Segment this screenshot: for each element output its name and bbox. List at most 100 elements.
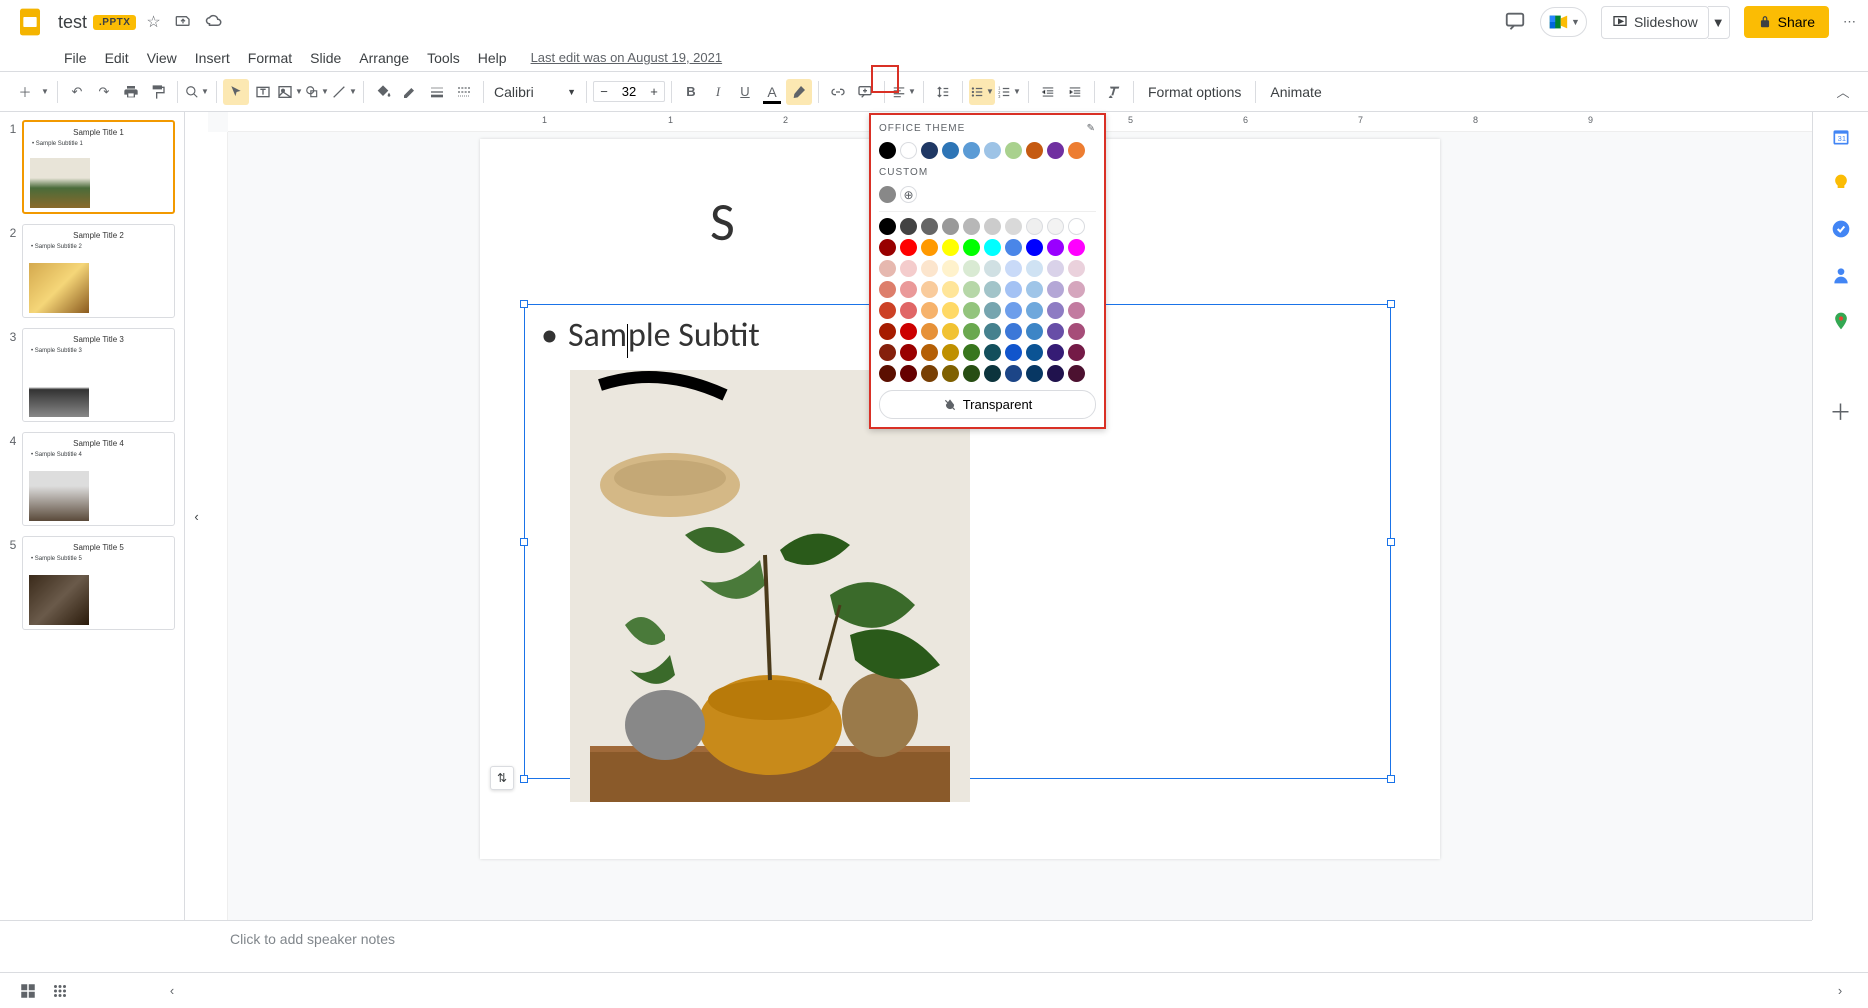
bullet-list-button[interactable]: ▼ bbox=[969, 79, 995, 105]
font-size-input[interactable] bbox=[614, 84, 644, 99]
animate-button[interactable]: Animate bbox=[1262, 80, 1329, 104]
color-swatch[interactable] bbox=[921, 365, 938, 382]
numbered-list-button[interactable]: 123▼ bbox=[996, 79, 1022, 105]
color-swatch[interactable] bbox=[1068, 344, 1085, 361]
color-swatch[interactable] bbox=[921, 344, 938, 361]
slideshow-button[interactable]: Slideshow bbox=[1601, 6, 1709, 39]
slide-thumbnail-2[interactable]: Sample Title 2 • Sample Subtitle 2 bbox=[22, 224, 175, 318]
new-slide-button[interactable]: ＋ bbox=[12, 79, 38, 105]
color-swatch[interactable] bbox=[1068, 281, 1085, 298]
color-swatch[interactable] bbox=[1047, 323, 1064, 340]
color-swatch[interactable] bbox=[900, 218, 917, 235]
color-swatch[interactable] bbox=[984, 365, 1001, 382]
bold-button[interactable]: B bbox=[678, 79, 704, 105]
color-swatch[interactable] bbox=[984, 260, 1001, 277]
font-selector[interactable]: Calibri▼ bbox=[490, 80, 580, 104]
color-swatch[interactable] bbox=[900, 323, 917, 340]
color-swatch[interactable] bbox=[900, 260, 917, 277]
meet-button[interactable]: ▼ bbox=[1540, 7, 1587, 37]
border-weight-button[interactable] bbox=[424, 79, 450, 105]
color-swatch[interactable] bbox=[1068, 239, 1085, 256]
color-swatch[interactable] bbox=[1047, 142, 1064, 159]
color-swatch[interactable] bbox=[942, 218, 959, 235]
color-swatch[interactable] bbox=[1068, 218, 1085, 235]
color-swatch[interactable] bbox=[1005, 218, 1022, 235]
comments-icon[interactable] bbox=[1504, 10, 1526, 35]
italic-button[interactable]: I bbox=[705, 79, 731, 105]
color-swatch[interactable] bbox=[879, 260, 896, 277]
color-swatch[interactable] bbox=[921, 218, 938, 235]
select-tool[interactable] bbox=[223, 79, 249, 105]
color-swatch[interactable] bbox=[942, 281, 959, 298]
hide-sidepanel-button[interactable]: › bbox=[1824, 975, 1856, 1007]
clear-formatting-button[interactable] bbox=[1101, 79, 1127, 105]
line-tool[interactable]: ▼ bbox=[331, 79, 357, 105]
color-swatch[interactable] bbox=[1047, 218, 1064, 235]
color-swatch[interactable] bbox=[900, 281, 917, 298]
color-swatch[interactable] bbox=[942, 344, 959, 361]
color-swatch[interactable] bbox=[1047, 302, 1064, 319]
color-swatch[interactable] bbox=[879, 323, 896, 340]
tasks-icon[interactable] bbox=[1830, 218, 1852, 240]
color-swatch[interactable] bbox=[1068, 142, 1085, 159]
slideshow-dropdown[interactable]: ▼ bbox=[1708, 6, 1730, 39]
color-swatch[interactable] bbox=[900, 239, 917, 256]
menu-tools[interactable]: Tools bbox=[419, 46, 468, 70]
slide-thumbnail-3[interactable]: Sample Title 3 • Sample Subtitle 3 bbox=[22, 328, 175, 422]
color-swatch[interactable] bbox=[879, 239, 896, 256]
color-swatch[interactable] bbox=[1005, 142, 1022, 159]
color-swatch[interactable] bbox=[942, 365, 959, 382]
resize-handle[interactable] bbox=[1387, 775, 1395, 783]
indent-increase-button[interactable] bbox=[1062, 79, 1088, 105]
border-color-button[interactable] bbox=[397, 79, 423, 105]
color-swatch[interactable] bbox=[1026, 260, 1043, 277]
menu-slide[interactable]: Slide bbox=[302, 46, 349, 70]
speaker-notes[interactable]: Click to add speaker notes bbox=[0, 920, 1812, 972]
menu-view[interactable]: View bbox=[139, 46, 185, 70]
menu-help[interactable]: Help bbox=[470, 46, 515, 70]
color-swatch[interactable] bbox=[1068, 260, 1085, 277]
star-icon[interactable]: ☆ bbox=[142, 8, 164, 36]
color-swatch[interactable] bbox=[963, 260, 980, 277]
underline-button[interactable]: U bbox=[732, 79, 758, 105]
color-swatch[interactable] bbox=[984, 344, 1001, 361]
color-swatch[interactable] bbox=[1005, 239, 1022, 256]
contacts-icon[interactable] bbox=[1830, 264, 1852, 286]
explore-button[interactable] bbox=[12, 975, 44, 1007]
font-size-decrease[interactable]: − bbox=[594, 82, 614, 101]
new-slide-dropdown[interactable]: ▼ bbox=[39, 79, 51, 105]
color-swatch[interactable] bbox=[942, 302, 959, 319]
color-swatch[interactable] bbox=[1068, 302, 1085, 319]
menu-arrange[interactable]: Arrange bbox=[351, 46, 417, 70]
resize-handle[interactable] bbox=[1387, 300, 1395, 308]
color-swatch[interactable] bbox=[963, 365, 980, 382]
color-swatch[interactable] bbox=[1005, 344, 1022, 361]
color-swatch[interactable] bbox=[984, 302, 1001, 319]
cloud-status-icon[interactable] bbox=[201, 9, 227, 36]
color-swatch[interactable] bbox=[1068, 323, 1085, 340]
account-menu-icon[interactable]: ⋯ bbox=[1843, 14, 1856, 30]
color-swatch[interactable] bbox=[963, 302, 980, 319]
link-button[interactable] bbox=[825, 79, 851, 105]
indent-decrease-button[interactable] bbox=[1035, 79, 1061, 105]
color-swatch[interactable] bbox=[963, 323, 980, 340]
color-swatch[interactable] bbox=[900, 302, 917, 319]
color-swatch[interactable] bbox=[900, 365, 917, 382]
share-button[interactable]: Share bbox=[1744, 6, 1829, 38]
add-addon-icon[interactable]: ＋ bbox=[1830, 400, 1852, 422]
color-swatch[interactable] bbox=[984, 142, 1001, 159]
resize-handle[interactable] bbox=[520, 538, 528, 546]
color-swatch[interactable] bbox=[984, 218, 1001, 235]
slide-thumbnail-4[interactable]: Sample Title 4 • Sample Subtitle 4 bbox=[22, 432, 175, 526]
color-swatch[interactable] bbox=[984, 239, 1001, 256]
color-swatch[interactable] bbox=[921, 239, 938, 256]
line-spacing-button[interactable] bbox=[930, 79, 956, 105]
edit-theme-icon[interactable]: ✎ bbox=[1087, 123, 1096, 134]
color-swatch[interactable] bbox=[963, 239, 980, 256]
color-swatch[interactable] bbox=[1026, 281, 1043, 298]
color-swatch[interactable] bbox=[1026, 302, 1043, 319]
textbox-tool[interactable] bbox=[250, 79, 276, 105]
autofit-button[interactable]: ⇅ bbox=[490, 766, 514, 790]
color-swatch[interactable] bbox=[1026, 218, 1043, 235]
resize-handle[interactable] bbox=[520, 775, 528, 783]
